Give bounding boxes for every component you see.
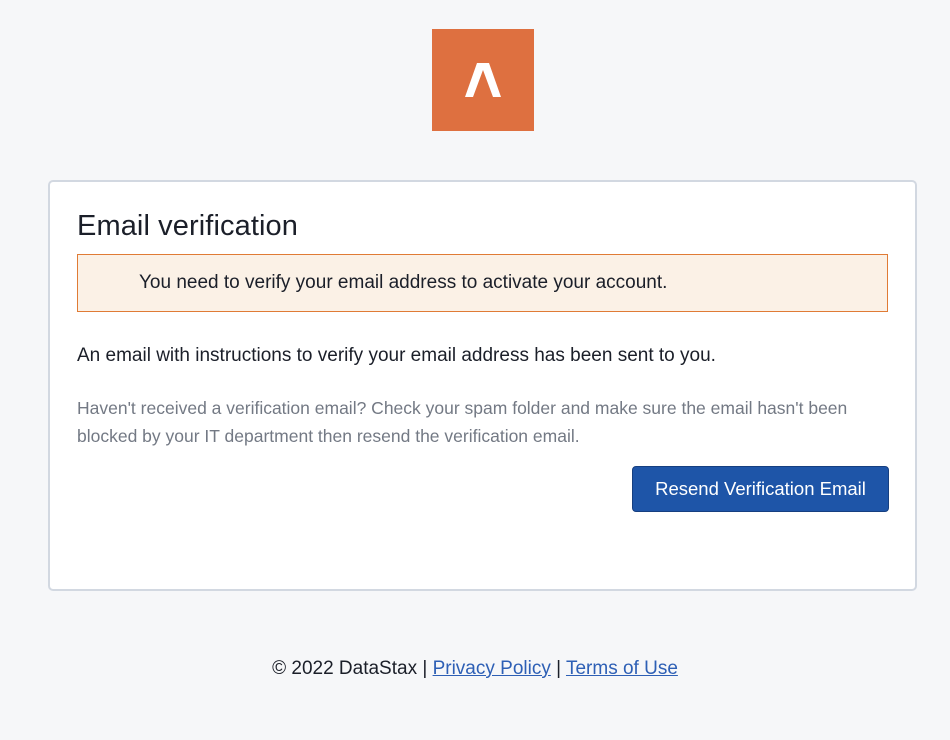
caret-up-icon bbox=[465, 63, 501, 97]
page-title: Email verification bbox=[77, 210, 298, 242]
datastax-logo bbox=[432, 29, 534, 131]
footer: © 2022 DataStax | Privacy Policy | Terms… bbox=[0, 658, 950, 680]
hint-text: Haven't received a verification email? C… bbox=[77, 398, 848, 446]
footer-separator: | bbox=[422, 658, 428, 679]
warning-alert: You need to verify your email address to… bbox=[77, 254, 888, 312]
footer-separator: | bbox=[556, 658, 562, 679]
privacy-policy-link[interactable]: Privacy Policy bbox=[433, 658, 551, 679]
terms-of-use-link[interactable]: Terms of Use bbox=[566, 658, 678, 679]
alert-message: You need to verify your email address to… bbox=[139, 272, 668, 293]
verification-card: Email verification You need to verify yo… bbox=[48, 180, 917, 591]
copyright-text: © 2022 DataStax bbox=[272, 658, 418, 679]
resend-verification-button[interactable]: Resend Verification Email bbox=[632, 466, 889, 512]
info-text: An email with instructions to verify you… bbox=[77, 345, 716, 366]
